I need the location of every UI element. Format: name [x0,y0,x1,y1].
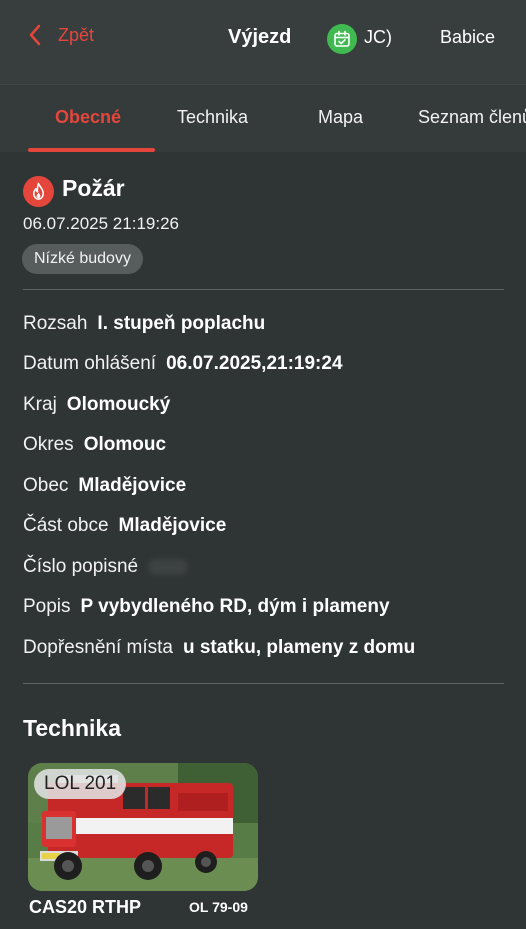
tab-obecne[interactable]: Obecné [55,107,121,128]
detail-label: Rozsah [23,313,88,334]
tab-technika[interactable]: Technika [177,107,248,128]
vehicle-plate: OL 79-09 [189,899,248,915]
detail-value: 06.07.2025,21:19:24 [166,353,343,374]
detail-row-cislo-popisne: Číslo popisné [23,556,189,578]
back-label: Zpět [58,24,95,45]
detail-label: Popis [23,596,71,617]
detail-label: Dopřesnění místa [23,637,173,658]
active-tab-indicator [28,148,155,152]
vehicle-name: CAS20 RTHP [29,897,142,917]
user-initials: JC) [364,27,392,47]
chevron-left-icon [29,24,41,46]
redacted-value [148,558,189,575]
app-header: Zpět Výjezd JC) Babice [0,0,526,84]
fire-icon [23,176,54,207]
back-button[interactable]: Zpět [28,24,94,46]
tab-bar: Obecné Technika Mapa Seznam členů [0,84,526,152]
detail-value: u statku, plameny z domu [182,637,416,658]
detail-row-datum-ohlaseni: Datum ohlášení 06.07.2025,21:19:24 [23,353,343,375]
detail-row-obec: Obec Mladějovice [23,475,186,497]
detail-value: Mladějovice [118,515,227,536]
detail-label: Okres [23,434,74,455]
detail-row-okres: Okres Olomouc [23,434,166,456]
detail-label: Číslo popisné [23,556,139,577]
divider [23,289,504,290]
detail-value: I. stupeň poplachu [97,313,266,334]
vehicle-callsign-badge: LOL 201 [34,769,127,799]
detail-row-kraj: Kraj Olomoucký [23,394,170,416]
tab-mapa[interactable]: Mapa [318,107,363,128]
detail-value: P vybydleného RD, dým i plameny [80,596,390,617]
detail-value: Olomoucký [66,394,171,415]
calendar-check-icon[interactable] [327,24,357,54]
event-datetime: 06.07.2025 21:19:26 [23,214,179,233]
detail-label: Datum ohlášení [23,353,157,374]
technika-section-title: Technika [23,715,121,741]
detail-row-cast-obce: Část obce Mladějovice [23,515,226,537]
vehicle-card[interactable]: LOL 201 [28,763,258,891]
detail-label: Část obce [23,515,109,536]
detail-label: Kraj [23,394,57,415]
detail-row-popis: Popis P vybydleného RD, dým i plameny [23,596,390,618]
detail-row-rozsah: Rozsah I. stupeň poplachu [23,313,265,335]
event-category-badge: Nízké budovy [22,244,143,274]
detail-row-dopresneni-mista: Dopřesnění místa u statku, plameny z domu [23,637,415,659]
detail-label: Obec [23,475,69,496]
event-type: Požár [62,175,125,201]
divider [23,683,504,684]
tab-seznam-clenu[interactable]: Seznam členů [418,107,526,128]
page-title: Výjezd [228,26,292,48]
detail-value: Olomouc [83,434,167,455]
unit-name[interactable]: Babice [440,27,495,48]
detail-value: Mladějovice [78,475,187,496]
